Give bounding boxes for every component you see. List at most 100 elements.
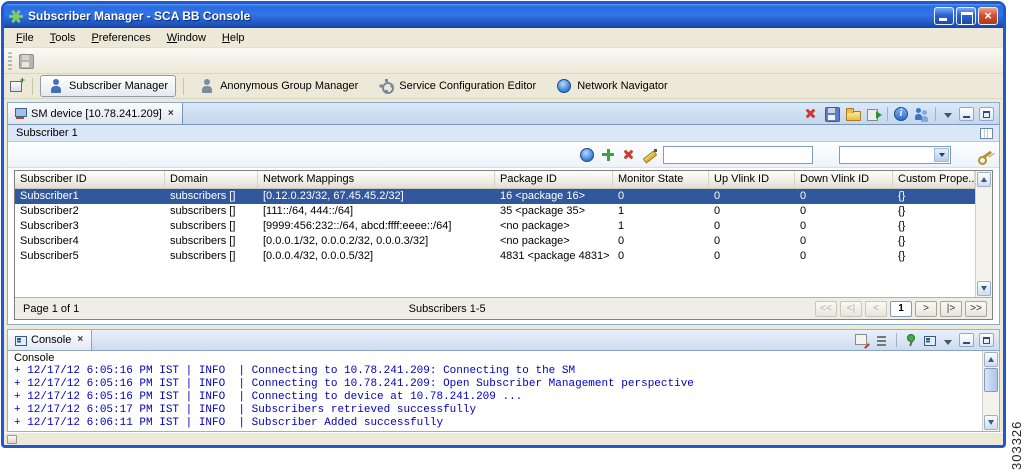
minimize-button[interactable] [934, 7, 954, 25]
pagination-buttons: << <| <1 > |> >> [815, 300, 987, 317]
subscriber-header: Subscriber 1 [8, 125, 999, 142]
table-row[interactable]: Subscriber1 subscribers [] [0.12.0.23/32, … [15, 189, 975, 204]
scrollbar-track[interactable] [983, 392, 999, 414]
export-icon[interactable] [866, 106, 882, 122]
perspective-label: Service Configuration Editor [399, 80, 537, 92]
subscribers-icon[interactable] [914, 106, 930, 122]
scroll-up-icon[interactable] [977, 172, 991, 187]
status-bar [4, 432, 1003, 445]
open-perspective-icon[interactable] [9, 76, 25, 94]
menu-item-file[interactable]: File [8, 30, 42, 46]
open-folder-icon[interactable] [845, 106, 861, 122]
console-menu-icon[interactable] [941, 334, 954, 347]
scrollbar-track[interactable] [976, 188, 992, 280]
menu-item-tools[interactable]: Tools [42, 30, 84, 46]
delete-icon[interactable] [803, 106, 819, 122]
table-cell: subscribers [] [170, 190, 236, 202]
table-row[interactable]: Subscriber4 subscribers [] [0.0.0.1/32, 0.… [15, 234, 975, 249]
info-icon[interactable] [893, 106, 909, 122]
table-cell: <no package> [500, 220, 570, 232]
pagination-button[interactable]: |> [940, 300, 962, 317]
table-cell: Subscriber5 [20, 250, 79, 262]
key-icon[interactable] [977, 147, 993, 165]
column-header[interactable]: Monitor State [613, 171, 709, 188]
scroll-lock-icon[interactable] [875, 332, 891, 348]
column-header[interactable]: Up Vlink ID [709, 171, 795, 188]
menu-item-preferences[interactable]: Preferences [83, 30, 158, 46]
table-cell: 0 [714, 250, 721, 262]
view-menu-icon[interactable] [941, 107, 954, 120]
console-body: Console + 12/17/12 6:05:16 PM IST | INFO… [8, 351, 999, 431]
table-cell: 35 <package 35> [500, 205, 586, 217]
maximize-button[interactable] [956, 7, 976, 25]
save-icon[interactable] [18, 53, 34, 69]
fast-view-grip[interactable] [7, 434, 17, 444]
editor-tab-sm-device[interactable]: SM device [10.78.241.209] [8, 103, 183, 124]
scroll-down-icon[interactable] [977, 281, 991, 296]
column-header[interactable]: Subscriber ID [15, 171, 165, 188]
add-subscriber-icon[interactable] [600, 147, 616, 163]
table-cell: 0 [618, 235, 625, 247]
filter-input[interactable] [663, 145, 813, 164]
table-cell: Subscriber4 [20, 235, 79, 247]
perspective-label: Network Navigator [577, 80, 668, 92]
toolbar-grip[interactable] [8, 51, 12, 70]
main-toolbar [4, 48, 1003, 74]
table-row[interactable]: Subscriber2 subscribers [] [111::/64, 444:… [15, 204, 975, 219]
table-cell: [0.12.0.23/32, 67.45.45.2/32] [263, 190, 404, 202]
pagination-button[interactable]: > [915, 300, 937, 317]
perspective-subscriber-manager[interactable]: Subscriber Manager [40, 75, 177, 97]
perspective-service-configuration-editor[interactable]: Service Configuration Editor [370, 75, 544, 97]
console-scrollbar[interactable] [982, 351, 999, 431]
customize-columns-icon[interactable] [978, 125, 994, 141]
console-tab[interactable]: Console [8, 330, 93, 350]
save-icon[interactable] [824, 106, 840, 122]
pagination-button[interactable]: >> [965, 300, 987, 317]
perspective-bar: Subscriber Manager Anonymous Group Manag… [4, 74, 1003, 99]
table-row[interactable]: Subscriber5 subscribers [] [0.0.0.4/32, 0.… [15, 249, 975, 264]
scroll-up-icon[interactable] [984, 352, 998, 367]
table-body: Subscriber1 subscribers [] [0.12.0.23/32, … [15, 189, 975, 297]
minimize-view-icon[interactable] [959, 106, 974, 121]
close-button[interactable] [978, 7, 998, 25]
pin-console-icon[interactable] [902, 332, 918, 348]
menu-item-window[interactable]: Window [159, 30, 214, 46]
console-title: Console [14, 352, 55, 364]
console-panel: Console Console + 12/17/12 6:05 [7, 329, 1000, 432]
table-row[interactable]: Subscriber3 subscribers [] [9999:456:232::… [15, 219, 975, 234]
table-cell: subscribers [] [170, 250, 236, 262]
window-title: Subscriber Manager - SCA BB Console [28, 9, 251, 23]
column-header[interactable]: Down Vlink ID [795, 171, 893, 188]
column-header[interactable]: Package ID [495, 171, 613, 188]
edit-subscriber-icon[interactable] [642, 147, 658, 163]
console-tab-close-icon[interactable] [75, 334, 85, 346]
perspective-network-navigator[interactable]: Network Navigator [548, 75, 675, 97]
open-console-icon[interactable] [923, 334, 936, 347]
anonymous-group-manager-icon [199, 78, 215, 94]
minimize-view-icon[interactable] [959, 333, 974, 347]
column-header[interactable]: Custom Prope... [893, 171, 975, 188]
filter-dropdown[interactable] [839, 145, 951, 164]
column-header[interactable]: Domain [165, 171, 258, 188]
scrollbar-thumb[interactable] [984, 368, 998, 392]
figure-number: 303326 [1009, 420, 1024, 470]
delete-subscriber-icon[interactable] [621, 147, 637, 163]
clear-console-icon[interactable] [854, 332, 870, 348]
pagination-button: << [815, 300, 837, 317]
table-cell: {} [898, 190, 906, 202]
globe-icon [556, 78, 572, 94]
editor-tab-close-icon[interactable] [166, 108, 176, 120]
table-cell: 0 [800, 205, 807, 217]
perspective-anonymous-group-manager[interactable]: Anonymous Group Manager [191, 75, 366, 97]
menu-item-help[interactable]: Help [214, 30, 253, 46]
scroll-down-icon[interactable] [984, 415, 998, 430]
table-cell: subscribers [] [170, 220, 236, 232]
table-scrollbar[interactable] [975, 171, 992, 297]
column-header[interactable]: Network Mappings [258, 171, 495, 188]
globe-icon[interactable] [579, 147, 595, 163]
page-number-box[interactable]: 1 [890, 300, 912, 317]
maximize-view-icon[interactable] [979, 106, 994, 121]
sm-device-icon [14, 107, 27, 120]
chevron-down-icon[interactable] [934, 147, 949, 162]
maximize-view-icon[interactable] [979, 333, 994, 347]
